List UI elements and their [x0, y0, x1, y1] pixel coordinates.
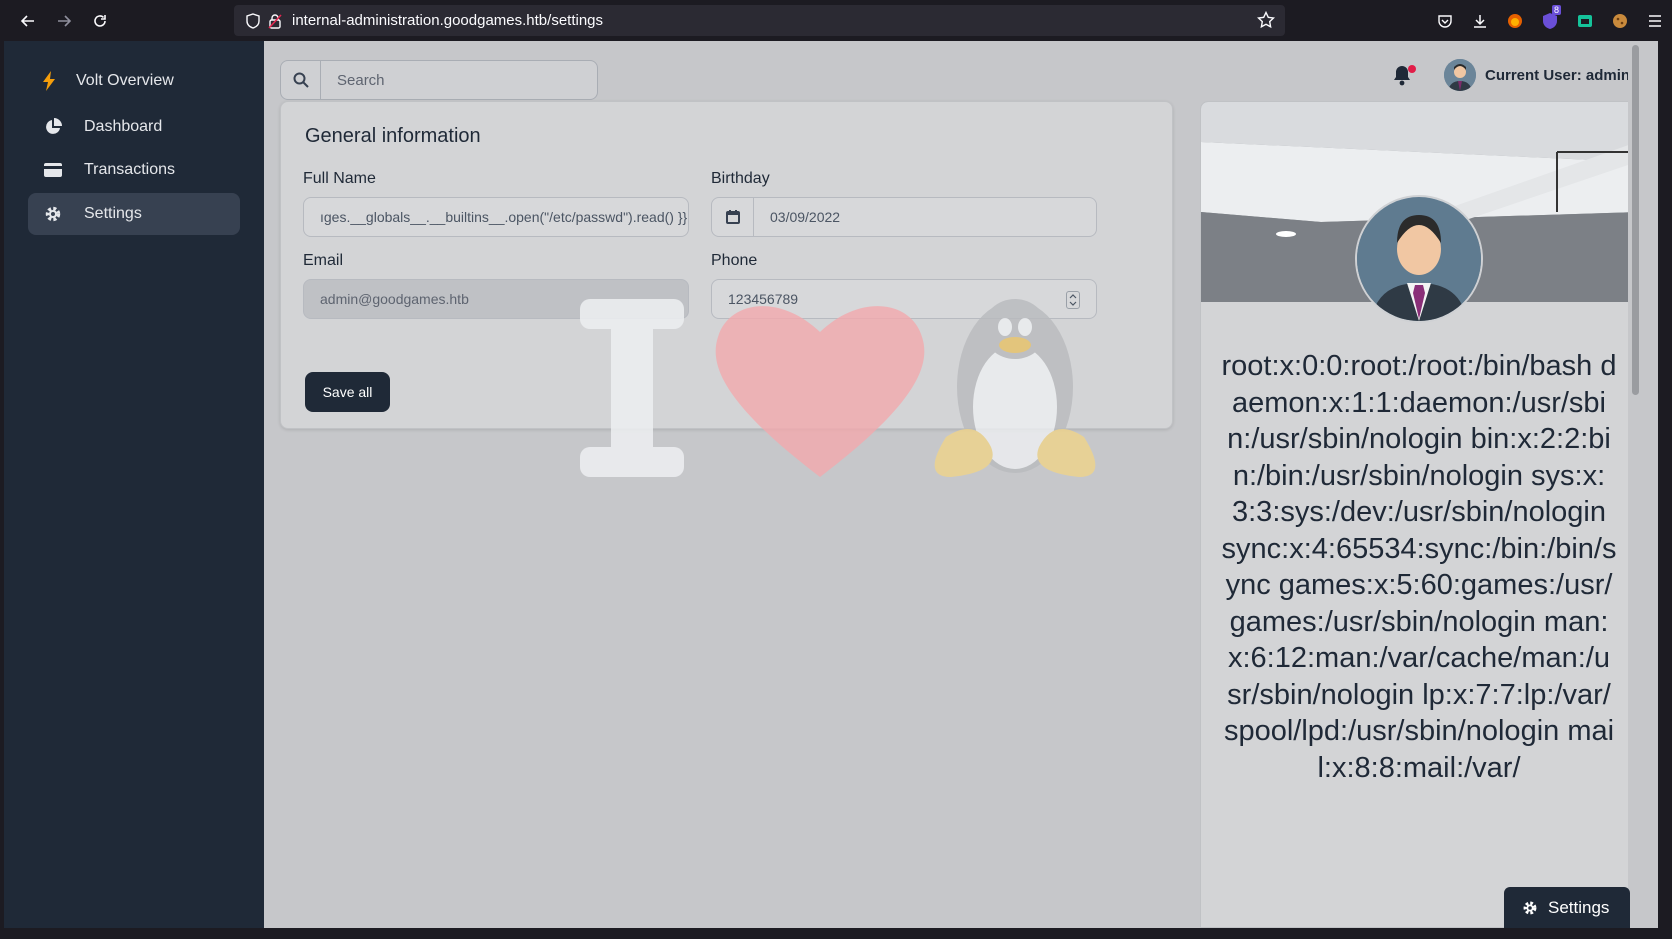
email-label: Email	[303, 252, 344, 269]
sidebar-item-dashboard[interactable]: Dashboard	[28, 106, 240, 148]
back-button[interactable]	[10, 5, 46, 37]
page-viewport: Volt Overview Dashboard Transactions Set…	[4, 41, 1658, 928]
reload-button[interactable]	[82, 5, 118, 37]
gear-icon	[44, 205, 62, 223]
current-user-label: Current User: admin	[1485, 66, 1631, 84]
download-icon[interactable]	[1462, 5, 1497, 36]
full-name-label: Full Name	[303, 170, 376, 187]
brand-link[interactable]: Volt Overview	[42, 71, 174, 91]
profile-card: root:x:0:0:root:/root:/bin/bash daemon:x…	[1200, 101, 1636, 928]
url-text[interactable]: internal-administration.goodgames.htb/se…	[292, 12, 603, 29]
pocket-icon[interactable]	[1427, 5, 1462, 36]
sidebar-item-transactions[interactable]: Transactions	[28, 149, 240, 191]
ublock-extension-icon[interactable]: 8	[1532, 5, 1567, 36]
sidebar-item-label: Dashboard	[84, 118, 163, 135]
birthday-field[interactable]: 03/09/2022	[711, 197, 1097, 237]
profile-avatar	[1355, 195, 1483, 323]
avatar	[1444, 59, 1476, 91]
cookie-editor-extension-icon[interactable]	[1602, 5, 1637, 36]
calendar-icon	[712, 198, 754, 236]
sidebar-item-settings[interactable]: Settings	[28, 193, 240, 235]
profile-name-text: root:x:0:0:root:/root:/bin/bash daemon:x…	[1221, 350, 1617, 784]
arrow-left-icon	[20, 14, 34, 27]
user-menu[interactable]: Current User: admin	[1444, 59, 1630, 91]
scrollbar-thumb[interactable]	[1632, 45, 1639, 395]
search-input[interactable]	[337, 61, 577, 99]
shield-icon[interactable]	[244, 12, 262, 30]
phone-label: Phone	[711, 252, 758, 269]
credit-card-icon	[44, 163, 62, 177]
forward-button[interactable]	[46, 5, 82, 37]
sidebar: Volt Overview Dashboard Transactions Set…	[4, 41, 264, 928]
reload-icon	[94, 14, 106, 27]
wappalyzer-extension-icon[interactable]	[1567, 5, 1602, 36]
sidebar-item-label: Settings	[84, 205, 142, 222]
extension-badge: 8	[1551, 5, 1561, 15]
floating-settings-button[interactable]: Settings	[1504, 887, 1630, 929]
main-content: Current User: admin General information …	[264, 41, 1643, 928]
floating-settings-label: Settings	[1548, 898, 1610, 917]
hamburger-menu-icon[interactable]	[1637, 5, 1672, 36]
i-love-linux-watermark	[580, 299, 1096, 477]
lightning-icon	[42, 71, 60, 91]
bookmark-star-icon[interactable]	[1256, 10, 1276, 34]
birthday-label: Birthday	[711, 170, 770, 187]
save-all-button[interactable]: Save all	[305, 372, 390, 412]
full-name-field[interactable]: ıges.__globals__.__builtins__.open("/etc…	[303, 197, 689, 237]
url-bar[interactable]: internal-administration.goodgames.htb/se…	[234, 5, 1285, 36]
toolbar-icons: 8	[1427, 5, 1672, 36]
card-title: General information	[305, 125, 481, 147]
pie-chart-icon	[44, 118, 62, 136]
foxyproxy-extension-icon[interactable]	[1497, 5, 1532, 36]
arrow-right-icon	[58, 14, 72, 27]
window-bottom-edge	[0, 928, 1672, 939]
gear-icon	[1522, 900, 1538, 916]
brand-label: Volt Overview	[76, 72, 174, 89]
sidebar-item-label: Transactions	[84, 161, 175, 178]
search-icon	[281, 61, 321, 99]
browser-toolbar: internal-administration.goodgames.htb/se…	[0, 0, 1672, 41]
page-scrollbar[interactable]	[1628, 41, 1643, 928]
notification-dot	[1408, 65, 1416, 73]
notifications-button[interactable]	[1392, 64, 1416, 90]
insecure-lock-icon[interactable]	[266, 12, 284, 30]
search-box	[280, 60, 598, 100]
